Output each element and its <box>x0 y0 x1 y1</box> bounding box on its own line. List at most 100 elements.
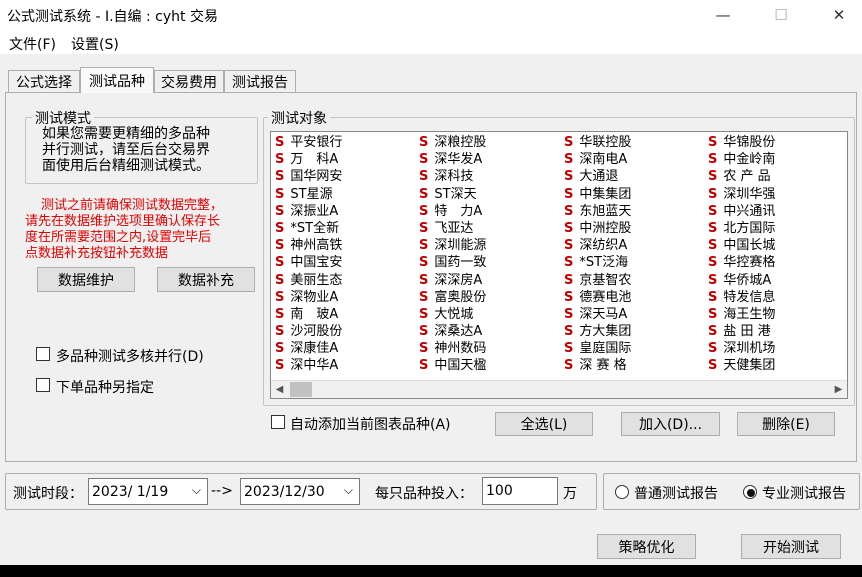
stock-marker: S <box>708 135 718 150</box>
data-warning-text: 测试之前请确保测试数据完整， 请先在数据维护选项里确认保存长 度在所需要范围之内… <box>25 198 224 261</box>
list-item[interactable]: S *ST全新 <box>275 220 342 237</box>
list-item[interactable]: S 北方国际 <box>708 220 775 237</box>
list-item[interactable]: S 德赛电池 <box>564 289 631 306</box>
stock-name: 深圳华强 <box>723 186 776 202</box>
list-item[interactable]: S 深中华A <box>275 357 342 374</box>
stock-name: 农 产 品 <box>723 169 771 185</box>
list-item[interactable]: S 沙河股份 <box>275 323 342 340</box>
list-item[interactable]: S 飞亚达 <box>419 220 486 237</box>
list-item[interactable]: S 深天马A <box>564 306 631 323</box>
list-item[interactable]: S 东旭蓝天 <box>564 203 631 220</box>
list-item[interactable]: S 深圳能源 <box>419 237 486 254</box>
pro-report-radio[interactable] <box>743 485 757 499</box>
end-date-picker[interactable]: 2023/12/30 ⌵ <box>240 478 360 505</box>
list-item[interactable]: S 华锦股份 <box>708 134 775 151</box>
list-item[interactable]: S 深南电A <box>564 151 631 168</box>
list-item[interactable]: S 中国长城 <box>708 237 775 254</box>
list-item[interactable]: S 深物业A <box>275 289 342 306</box>
stock-marker: S <box>275 255 285 271</box>
menu-settings[interactable]: 设置(S) <box>71 34 119 54</box>
list-item[interactable]: S 神州数码 <box>419 340 486 357</box>
auto-add-checkbox[interactable] <box>271 415 285 429</box>
list-item[interactable]: S 中集集团 <box>564 186 631 203</box>
stock-marker: S <box>275 135 285 150</box>
data-maintain-button[interactable]: 数据维护 <box>37 267 135 292</box>
multicore-checkbox[interactable] <box>36 347 50 361</box>
add-button[interactable]: 加入(D)... <box>621 412 720 436</box>
list-item[interactable]: S 平安银行 <box>275 134 342 151</box>
list-item[interactable]: S 深华发A <box>419 151 486 168</box>
stock-name: 华锦股份 <box>723 135 776 150</box>
chevron-down-icon[interactable]: ⌵ <box>344 483 353 498</box>
normal-report-radio[interactable] <box>615 485 629 499</box>
list-item[interactable]: S 深振业A <box>275 203 342 220</box>
list-item[interactable]: S 深康佳A <box>275 340 342 357</box>
list-item[interactable]: S 深深房A <box>419 272 486 289</box>
strategy-optimize-button[interactable]: 策略优化 <box>597 534 696 559</box>
list-item[interactable]: S 华联控股 <box>564 134 631 151</box>
list-item[interactable]: S 中金岭南 <box>708 151 775 168</box>
list-item[interactable]: S 华控赛格 <box>708 254 775 271</box>
list-item[interactable]: S 南 玻A <box>275 306 342 323</box>
menu-file[interactable]: 文件(F) <box>9 34 56 54</box>
list-item[interactable]: S 深桑达A <box>419 323 486 340</box>
list-item[interactable]: S 国药一致 <box>419 254 486 271</box>
invest-input[interactable]: 100 <box>482 477 558 505</box>
list-item[interactable]: S 中国天楹 <box>419 357 486 374</box>
symbol-list[interactable]: S 平安银行 S 万 科A S 国华网安 S ST星源 S 深振业A S *ST全新 S 神州高铁 S 中国宝… <box>270 131 848 399</box>
close-button[interactable]: ✕ <box>816 0 862 30</box>
tab-test-symbols[interactable]: 测试品种 <box>80 67 154 93</box>
list-item[interactable]: S 方大集团 <box>564 323 631 340</box>
list-item[interactable]: S 华侨城A <box>708 272 775 289</box>
list-item[interactable]: S深 赛 格 <box>564 357 631 374</box>
select-all-button[interactable]: 全选(L) <box>495 412 593 436</box>
tab-formula-select[interactable]: 公式选择 <box>8 70 80 92</box>
scroll-thumb[interactable] <box>290 382 312 397</box>
chevron-down-icon[interactable]: ⌵ <box>192 483 201 498</box>
list-item[interactable]: S 京基智农 <box>564 272 631 289</box>
scroll-right-icon[interactable]: ▶ <box>830 381 847 398</box>
list-item[interactable]: S 天健集团 <box>708 357 775 374</box>
stock-name: 国药一致 <box>434 255 487 271</box>
list-item[interactable]: S盐 田 港 <box>708 323 775 340</box>
list-item[interactable]: S 中洲控股 <box>564 220 631 237</box>
maximize-button[interactable]: ☐ <box>758 0 804 30</box>
list-item[interactable]: S 富奥股份 <box>419 289 486 306</box>
scroll-left-icon[interactable]: ◀ <box>271 381 288 398</box>
list-item[interactable]: S农 产 品 <box>708 168 775 185</box>
list-item[interactable]: S 大悦城 <box>419 306 486 323</box>
start-date-picker[interactable]: 2023/ 1/19 ⌵ <box>88 478 208 505</box>
delete-button[interactable]: 删除(E) <box>737 412 835 436</box>
stock-name: 中金岭南 <box>723 152 776 168</box>
list-item[interactable]: S 美丽生态 <box>275 272 342 289</box>
list-item[interactable]: S 皇庭国际 <box>564 340 631 357</box>
stock-marker: S <box>275 152 285 168</box>
list-item[interactable]: S ST星源 <box>275 186 342 203</box>
list-item[interactable]: S 深科技 <box>419 168 486 185</box>
list-item[interactable]: S 深纺织A <box>564 237 631 254</box>
list-item[interactable]: S 大通退 <box>564 168 631 185</box>
list-item[interactable]: S 中国宝安 <box>275 254 342 271</box>
list-item[interactable]: S 特 力A <box>419 203 486 220</box>
list-item[interactable]: S 深圳华强 <box>708 186 775 203</box>
list-item[interactable]: S 中兴通讯 <box>708 203 775 220</box>
list-item[interactable]: S 万 科A <box>275 151 342 168</box>
stock-marker: S <box>419 272 429 288</box>
stock-marker: S <box>708 289 718 305</box>
tab-trade-fees[interactable]: 交易费用 <box>154 70 224 92</box>
list-item[interactable]: S 国华网安 <box>275 168 342 185</box>
data-supplement-button[interactable]: 数据补充 <box>157 267 255 292</box>
minimize-button[interactable]: — <box>700 0 746 30</box>
horizontal-scrollbar[interactable]: ◀ ▶ <box>271 380 847 398</box>
order-symbol-checkbox[interactable] <box>36 378 50 392</box>
list-item[interactable]: S 深粮控股 <box>419 134 486 151</box>
list-item[interactable]: S ST深天 <box>419 186 486 203</box>
stock-marker: S <box>564 135 574 150</box>
start-test-button[interactable]: 开始测试 <box>741 534 841 559</box>
list-item[interactable]: S *ST泛海 <box>564 254 631 271</box>
list-item[interactable]: S 神州高铁 <box>275 237 342 254</box>
list-item[interactable]: S 深圳机场 <box>708 340 775 357</box>
list-item[interactable]: S 特发信息 <box>708 289 775 306</box>
list-item[interactable]: S 海王生物 <box>708 306 775 323</box>
tab-test-report[interactable]: 测试报告 <box>224 70 296 92</box>
